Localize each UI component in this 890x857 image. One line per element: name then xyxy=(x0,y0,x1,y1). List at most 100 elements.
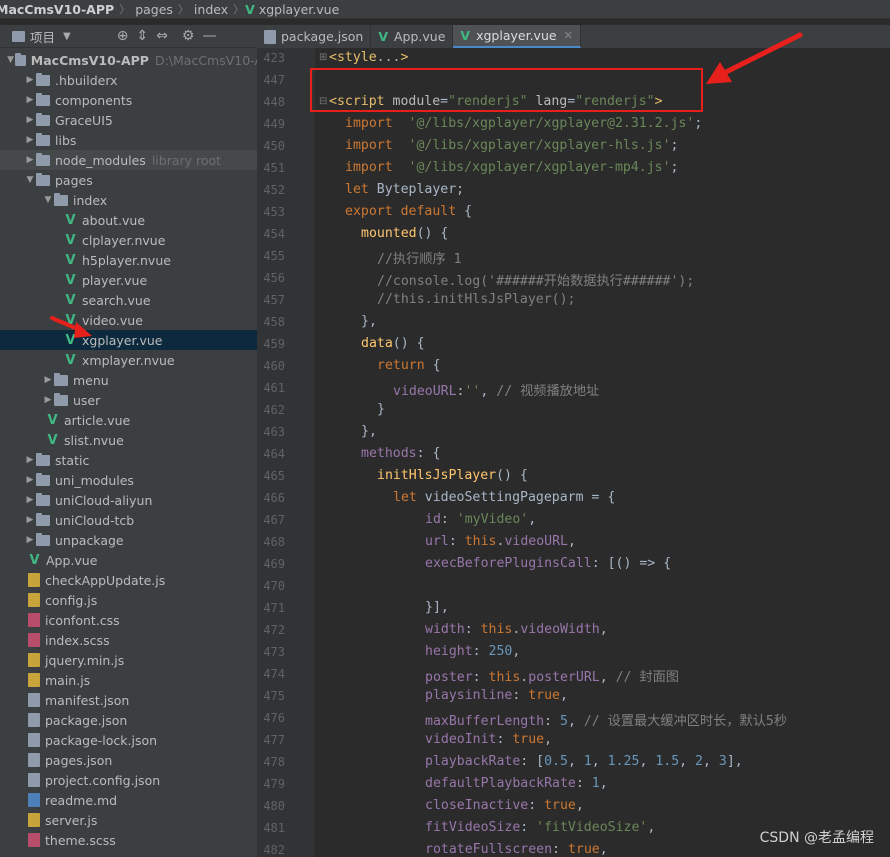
chevron-down-icon[interactable]: ▼ xyxy=(24,175,36,185)
tree-item[interactable]: readme.md xyxy=(0,790,257,810)
tree-item[interactable]: ▶ uniCloud-tcb xyxy=(0,510,257,530)
tree-item[interactable]: Varticle.vue xyxy=(0,410,257,430)
tree-item[interactable]: checkAppUpdate.js xyxy=(0,570,257,590)
close-icon[interactable]: ✕ xyxy=(564,29,573,42)
tree-item[interactable]: Vxgplayer.vue xyxy=(0,330,257,350)
tree-item[interactable]: Vabout.vue xyxy=(0,210,257,230)
tree-item[interactable]: Vxmplayer.nvue xyxy=(0,350,257,370)
tree-item[interactable]: ▶ node_modules library root xyxy=(0,150,257,170)
tree-item[interactable]: config.js xyxy=(0,590,257,610)
line-number: 463 xyxy=(263,425,285,439)
chevron-right-icon[interactable]: ▶ xyxy=(42,375,54,385)
tab-xgplayer-vue[interactable]: Vxgplayer.vue ✕ xyxy=(453,25,581,48)
code-token: 250 xyxy=(488,644,513,659)
code-token: : { xyxy=(416,446,441,461)
tree-item[interactable]: theme.scss xyxy=(0,830,257,850)
tree-item[interactable]: Vplayer.vue xyxy=(0,270,257,290)
code-token: : xyxy=(448,534,465,549)
tab-App-vue[interactable]: V App.vue xyxy=(371,25,454,48)
tree-item[interactable]: ▼ MacCmsV10-APP D:\MacCmsV10-A xyxy=(0,50,257,70)
code-token: initHlsJsPlayer xyxy=(377,468,497,483)
tree-item-label: GraceUI5 xyxy=(55,112,113,128)
breadcrumb-item[interactable]: index xyxy=(190,2,232,17)
tree-item[interactable]: iconfont.css xyxy=(0,610,257,630)
code-token: '@/libs/xgplayer/xgplayer-hls.js' xyxy=(408,138,671,153)
chevron-right-icon[interactable]: ▶ xyxy=(24,495,36,505)
tree-item[interactable]: ▶ uniCloud-aliyun xyxy=(0,490,257,510)
tree-item[interactable]: Vclplayer.nvue xyxy=(0,230,257,250)
code-line: height: 250, xyxy=(425,644,520,659)
chevron-down-icon[interactable]: ▼ xyxy=(42,195,54,205)
code-token: , xyxy=(599,622,608,637)
expand-all-icon[interactable]: ⇕ xyxy=(136,28,148,44)
chevron-right-icon[interactable]: ▶ xyxy=(24,535,36,545)
tree-item[interactable]: manifest.json xyxy=(0,690,257,710)
tree-item-label: unpackage xyxy=(55,532,124,548)
locate-icon[interactable]: ⊕ xyxy=(117,28,129,44)
code-token: methods xyxy=(361,446,417,461)
chevron-right-icon[interactable]: ▶ xyxy=(24,95,36,105)
project-panel-title[interactable]: 项目 xyxy=(30,27,55,46)
tree-item[interactable]: ▶ user xyxy=(0,390,257,410)
code-token: 'fitVideoSize' xyxy=(536,820,648,835)
tree-item[interactable]: Vvideo.vue xyxy=(0,310,257,330)
code-token: , xyxy=(703,754,719,769)
folder-icon xyxy=(36,172,50,186)
tree-item-hint: library root xyxy=(151,152,222,168)
gear-icon[interactable]: ⚙ xyxy=(182,28,195,44)
tree-item[interactable]: ▶ static xyxy=(0,450,257,470)
tree-item[interactable]: jquery.min.js xyxy=(0,650,257,670)
code-token: : xyxy=(496,732,513,747)
chevron-right-icon[interactable]: ▶ xyxy=(24,515,36,525)
tree-item[interactable]: ▼ index xyxy=(0,190,257,210)
line-number: 455 xyxy=(263,249,285,263)
tree-item[interactable]: Vslist.nvue xyxy=(0,430,257,450)
tree-item[interactable]: main.js xyxy=(0,670,257,690)
chevron-right-icon[interactable]: ▶ xyxy=(24,115,36,125)
tree-item[interactable]: ▶ libs xyxy=(0,130,257,150)
tree-item-label: pages.json xyxy=(45,752,113,768)
chevron-right-icon[interactable]: ▶ xyxy=(24,135,36,145)
tree-item[interactable]: project.config.json xyxy=(0,770,257,790)
folder-icon xyxy=(36,152,50,166)
json-file-icon xyxy=(28,693,40,707)
folder-icon xyxy=(36,92,50,106)
chevron-right-icon[interactable]: ▶ xyxy=(24,455,36,465)
tab-package-json[interactable]: package.json xyxy=(257,25,372,48)
tree-item[interactable]: ▶ uni_modules xyxy=(0,470,257,490)
code-token: <style xyxy=(329,50,377,65)
tree-item[interactable]: ▶ GraceUI5 xyxy=(0,110,257,130)
tree-item[interactable]: ▶ menu xyxy=(0,370,257,390)
chevron-right-icon[interactable]: ▶ xyxy=(24,155,36,165)
tree-item[interactable]: ▶ .hbuilderx xyxy=(0,70,257,90)
chevron-right-icon[interactable]: ▶ xyxy=(24,475,36,485)
folder-icon xyxy=(15,52,26,66)
vue-file-icon: V xyxy=(65,352,76,368)
code-editor[interactable]: ⊞ <style...> ⊟ <script module="renderjs" la… xyxy=(315,48,890,857)
tree-item[interactable]: Vsearch.vue xyxy=(0,290,257,310)
breadcrumb-item[interactable]: MacCmsV10-APP xyxy=(0,2,118,17)
code-line: //this.initHlsJsPlayer(); xyxy=(377,292,576,307)
tree-item[interactable]: ▶ unpackage xyxy=(0,530,257,550)
tree-item[interactable]: ▶ components xyxy=(0,90,257,110)
collapse-all-icon[interactable]: ⇔ xyxy=(156,28,168,44)
tree-item[interactable]: ▼ pages xyxy=(0,170,257,190)
code-token: 1.5 xyxy=(655,754,680,769)
tree-item[interactable]: server.js xyxy=(0,810,257,830)
breadcrumb-item[interactable]: pages xyxy=(131,2,177,17)
tree-item[interactable]: V App.vue xyxy=(0,550,257,570)
minimize-icon[interactable]: — xyxy=(202,28,216,44)
chevron-right-icon[interactable]: ▶ xyxy=(42,395,54,405)
fold-expand-icon[interactable]: ⊞ xyxy=(319,52,327,63)
tree-item[interactable]: index.scss xyxy=(0,630,257,650)
chevron-down-icon[interactable]: ▼ xyxy=(63,31,71,42)
chevron-down-icon[interactable]: ▼ xyxy=(6,55,15,65)
tree-item[interactable]: Vh5player.nvue xyxy=(0,250,257,270)
vue-file-icon: V xyxy=(47,432,58,448)
chevron-right-icon[interactable]: ▶ xyxy=(24,75,36,85)
tree-item[interactable]: package.json xyxy=(0,710,257,730)
tree-item[interactable]: package-lock.json xyxy=(0,730,257,750)
tree-item[interactable]: pages.json xyxy=(0,750,257,770)
code-line: //执行顺序 1 xyxy=(377,248,462,267)
breadcrumb-item[interactable]: xgplayer.vue xyxy=(255,2,343,17)
